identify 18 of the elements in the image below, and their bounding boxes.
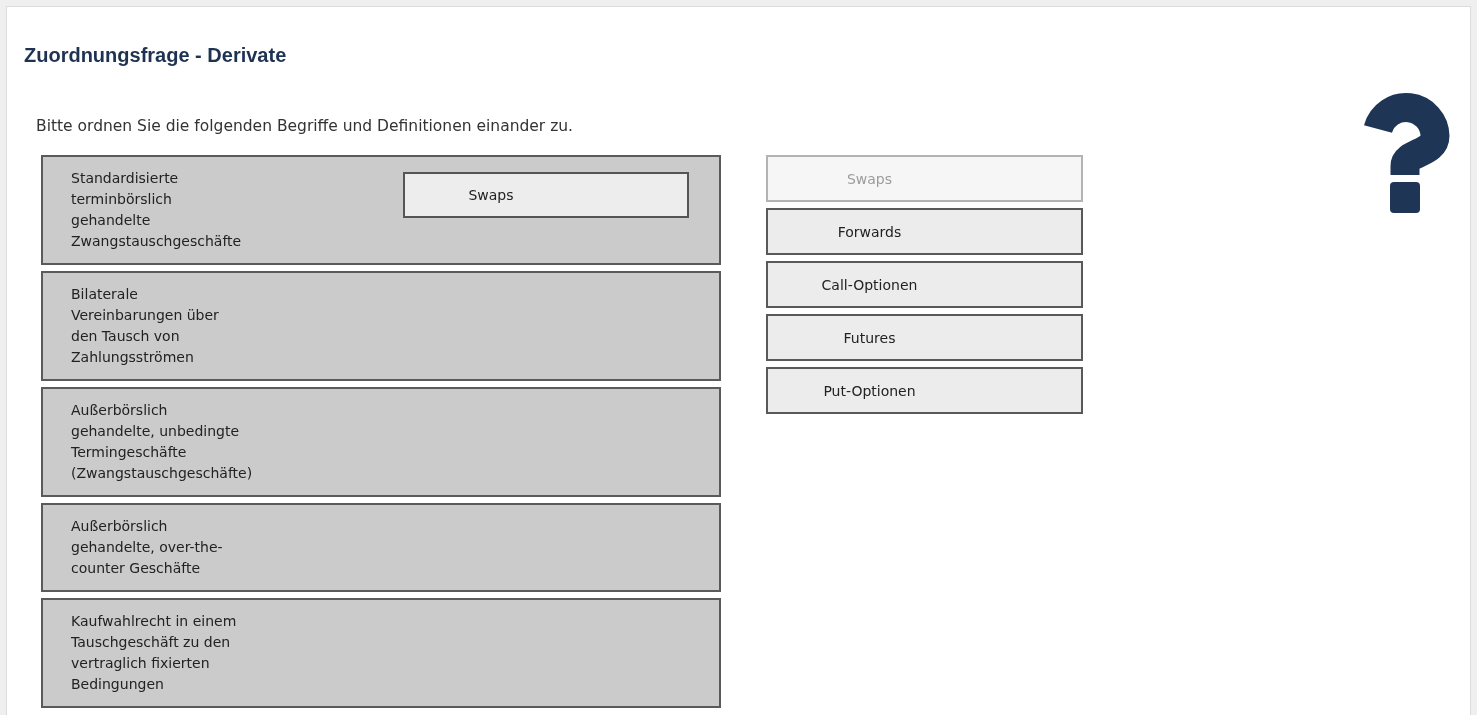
term-card[interactable]: Put-Optionen (766, 367, 1083, 414)
drop-zone[interactable]: Außerbörslich gehandelte, over-the- counter Geschäfte (41, 503, 721, 592)
definition-text: Außerbörslich gehandelte, over-the- counter Geschäfte (71, 517, 223, 578)
drop-zone[interactable]: Kaufwahlrecht in einem Tauschgeschäft zu den vertraglich fixierten Bedingungen (41, 598, 721, 708)
question-mark-icon (1362, 92, 1450, 213)
drop-zone[interactable]: Standardisierte terminbörslich gehandelte Zwangstauschgeschäfte Swaps (41, 155, 721, 265)
drop-zone[interactable]: Außerbörslich gehandelte, unbedingte Termingeschäfte (Zwangstauschgeschäfte) (41, 387, 721, 497)
definition-text: Außerbörslich gehandelte, unbedingte Termingeschäfte (Zwangstauschgeschäfte) (71, 401, 253, 483)
definition-text: Standardisierte terminbörslich gehandelte Zwangstauschgeschäfte (71, 169, 242, 251)
term-card[interactable]: Forwards (766, 208, 1083, 255)
term-card[interactable]: Call-Optionen (766, 261, 1083, 308)
definition-text: Bilaterale Vereinbarungen über den Tausch von Zahlungsströmen (71, 285, 219, 367)
question-title: Zuordnungsfrage - Derivate (24, 43, 288, 68)
definition-text: Kaufwahlrecht in einem Tauschgeschäft zu den vertraglich fixierten Bedingungen (71, 612, 237, 694)
drop-zone[interactable]: Bilaterale Vereinbarungen über den Tausch von Zahlungsströmen (41, 271, 721, 381)
instruction-text: Bitte ordnen Sie die folgenden Begriffe und Definitionen einander zu. (36, 116, 574, 137)
term-card[interactable]: Futures (766, 314, 1083, 361)
placed-term-card[interactable]: Swaps (403, 172, 689, 218)
